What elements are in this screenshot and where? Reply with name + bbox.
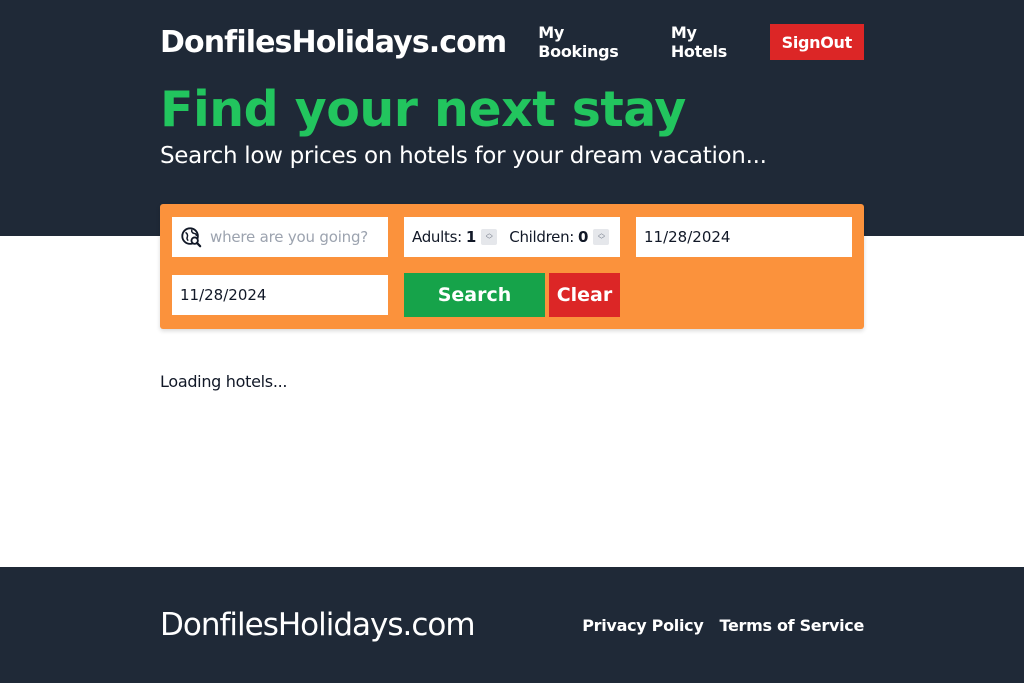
hero-subtitle: Search low prices on hotels for your dre…	[160, 143, 767, 169]
adults-stepper[interactable]: ︿ ﹀	[481, 229, 498, 245]
site-logo[interactable]: DonfilesHolidays.com	[160, 25, 507, 60]
footer: DonfilesHolidays.com Privacy Policy Term…	[0, 567, 1024, 683]
adults-value[interactable]: 1	[466, 228, 476, 246]
sign-out-button[interactable]: SignOut	[769, 24, 864, 60]
search-button[interactable]: Search	[404, 273, 545, 317]
destination-input[interactable]: where are you going?	[172, 217, 388, 257]
children-label: Children:	[509, 228, 575, 246]
destination-placeholder: where are you going?	[210, 228, 369, 246]
privacy-policy-link[interactable]: Privacy Policy	[582, 616, 704, 635]
my-hotels-link[interactable]: My Hotels	[671, 23, 750, 61]
children-stepper[interactable]: ︿ ﹀	[593, 229, 610, 245]
footer-logo: DonfilesHolidays.com	[160, 607, 476, 643]
check-out-date-input[interactable]: 11/28/2024	[172, 275, 388, 315]
loading-status: Loading hotels...	[160, 372, 288, 391]
footer-content: DonfilesHolidays.com Privacy Policy Term…	[160, 607, 864, 643]
adults-label: Adults:	[412, 228, 462, 246]
guests-field: Adults: 1 ︿ ﹀ Children: 0 ︿ ﹀	[404, 217, 620, 257]
top-navbar: DonfilesHolidays.com My Bookings My Hote…	[160, 23, 864, 61]
globe-search-icon	[181, 227, 202, 248]
hero-section: DonfilesHolidays.com My Bookings My Hote…	[0, 0, 1024, 236]
my-bookings-link[interactable]: My Bookings	[538, 23, 639, 61]
terms-of-service-link[interactable]: Terms of Service	[719, 616, 864, 635]
clear-button[interactable]: Clear	[549, 273, 620, 317]
nav-links: My Bookings My Hotels SignOut	[506, 23, 864, 61]
search-form: where are you going? Adults: 1 ︿ ﹀ Childr…	[160, 204, 864, 329]
check-in-date-input[interactable]: 11/28/2024	[636, 217, 852, 257]
children-value[interactable]: 0	[578, 228, 588, 246]
footer-links: Privacy Policy Terms of Service	[566, 616, 864, 635]
hero-title: Find your next stay	[160, 81, 686, 138]
